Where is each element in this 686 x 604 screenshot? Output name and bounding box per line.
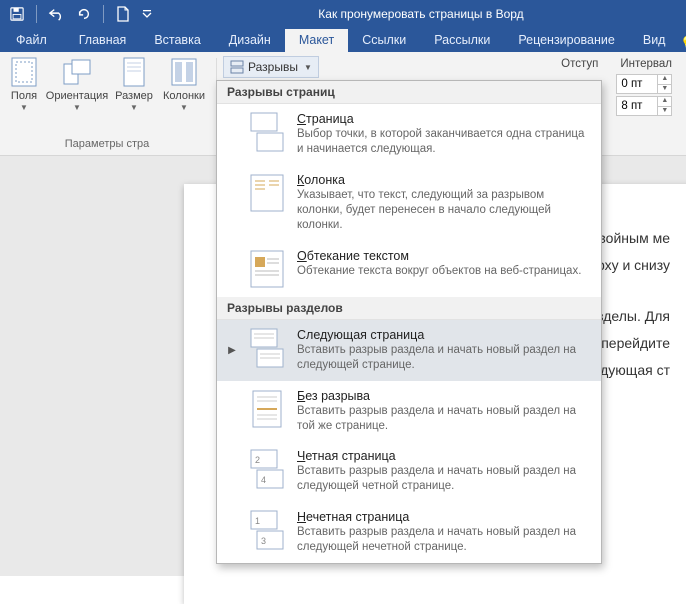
quick-access-toolbar	[0, 3, 160, 25]
qat-customize-button[interactable]	[140, 3, 154, 25]
new-document-button[interactable]	[112, 3, 134, 25]
column-break-icon	[247, 173, 287, 213]
orientation-icon	[61, 56, 93, 88]
page-break-icon	[247, 112, 287, 152]
break-page-item[interactable]: ▶ Страница Выбор точки, в которой заканч…	[217, 104, 601, 165]
dropdown-header-page-breaks: Разрывы страниц	[217, 81, 601, 104]
spin-up-icon[interactable]: ▲	[657, 75, 671, 84]
group-label-page-setup: Параметры стра	[65, 136, 149, 152]
tab-insert[interactable]: Вставка	[140, 29, 214, 52]
title-bar: Как пронумеровать страницы в Ворд	[0, 0, 686, 28]
break-text-wrapping-item[interactable]: ▶ Обтекание текстом Обтекание текста вок…	[217, 241, 601, 297]
svg-text:3: 3	[261, 536, 266, 546]
redo-button[interactable]	[73, 3, 95, 25]
tab-references[interactable]: Ссылки	[348, 29, 420, 52]
breaks-icon	[230, 60, 244, 74]
tab-layout[interactable]: Макет	[285, 29, 348, 52]
margins-button[interactable]: Поля ▼	[6, 54, 42, 112]
tab-design[interactable]: Дизайн	[215, 29, 285, 52]
section-next-page-item[interactable]: ▶ Следующая страница Вставить разрыв раз…	[217, 320, 601, 381]
size-icon	[118, 56, 150, 88]
svg-text:1: 1	[255, 516, 260, 526]
spacing-after-input[interactable]	[617, 100, 657, 112]
spacing-group: Интервал ▲▼ ▲▼	[616, 52, 680, 155]
chevron-down-icon: ▼	[20, 103, 28, 112]
spacing-before-input[interactable]	[617, 78, 657, 90]
tab-review[interactable]: Рецензирование	[504, 29, 629, 52]
section-next-page-icon	[247, 328, 287, 368]
tab-view[interactable]: Вид	[629, 29, 680, 52]
orientation-button[interactable]: Ориентация ▼	[46, 54, 108, 112]
spacing-before-spinner[interactable]: ▲▼	[616, 74, 672, 94]
breaks-dropdown: Разрывы страниц ▶ Страница Выбор точки, …	[216, 80, 602, 564]
section-even-page-item[interactable]: ▶ 24 Четная страница Вставить разрыв раз…	[217, 441, 601, 502]
chevron-down-icon: ▼	[73, 103, 81, 112]
undo-button[interactable]	[45, 3, 67, 25]
section-even-page-icon: 24	[247, 449, 287, 489]
text-wrapping-icon	[247, 249, 287, 289]
columns-icon	[168, 56, 200, 88]
section-odd-page-item[interactable]: ▶ 13 Нечетная страница Вставить разрыв р…	[217, 502, 601, 563]
ribbon-tabs: Файл Главная Вставка Дизайн Макет Ссылки…	[0, 28, 686, 52]
spin-down-icon[interactable]: ▼	[657, 106, 671, 115]
size-button[interactable]: Размер ▼	[112, 54, 156, 112]
spin-up-icon[interactable]: ▲	[657, 97, 671, 106]
chevron-down-icon: ▼	[130, 103, 138, 112]
dropdown-header-section-breaks: Разрывы разделов	[217, 297, 601, 320]
svg-text:4: 4	[261, 475, 266, 485]
group-page-setup: Поля ▼ Ориентация ▼ Размер ▼	[0, 52, 214, 155]
margins-icon	[8, 56, 40, 88]
section-continuous-item[interactable]: ▶ Без разрыва Вставить разрыв раздела и …	[217, 381, 601, 442]
break-column-item[interactable]: ▶ Колонка Указывает, что текст, следующи…	[217, 165, 601, 241]
tab-home[interactable]: Главная	[65, 29, 141, 52]
section-odd-page-icon: 13	[247, 510, 287, 550]
tell-me-button[interactable]: 💡	[679, 35, 686, 52]
spin-down-icon[interactable]: ▼	[657, 84, 671, 93]
breaks-button[interactable]: Разрывы ▼	[223, 56, 319, 78]
tab-file[interactable]: Файл	[0, 29, 65, 52]
svg-text:2: 2	[255, 455, 260, 465]
spacing-after-spinner[interactable]: ▲▼	[616, 96, 672, 116]
document-title: Как пронумеровать страницы в Ворд	[160, 7, 686, 21]
chevron-down-icon: ▼	[304, 63, 312, 72]
tab-mailings[interactable]: Рассылки	[420, 29, 504, 52]
save-button[interactable]	[6, 3, 28, 25]
section-continuous-icon	[247, 389, 287, 429]
columns-button[interactable]: Колонки ▼	[160, 54, 208, 112]
chevron-down-icon: ▼	[180, 103, 188, 112]
